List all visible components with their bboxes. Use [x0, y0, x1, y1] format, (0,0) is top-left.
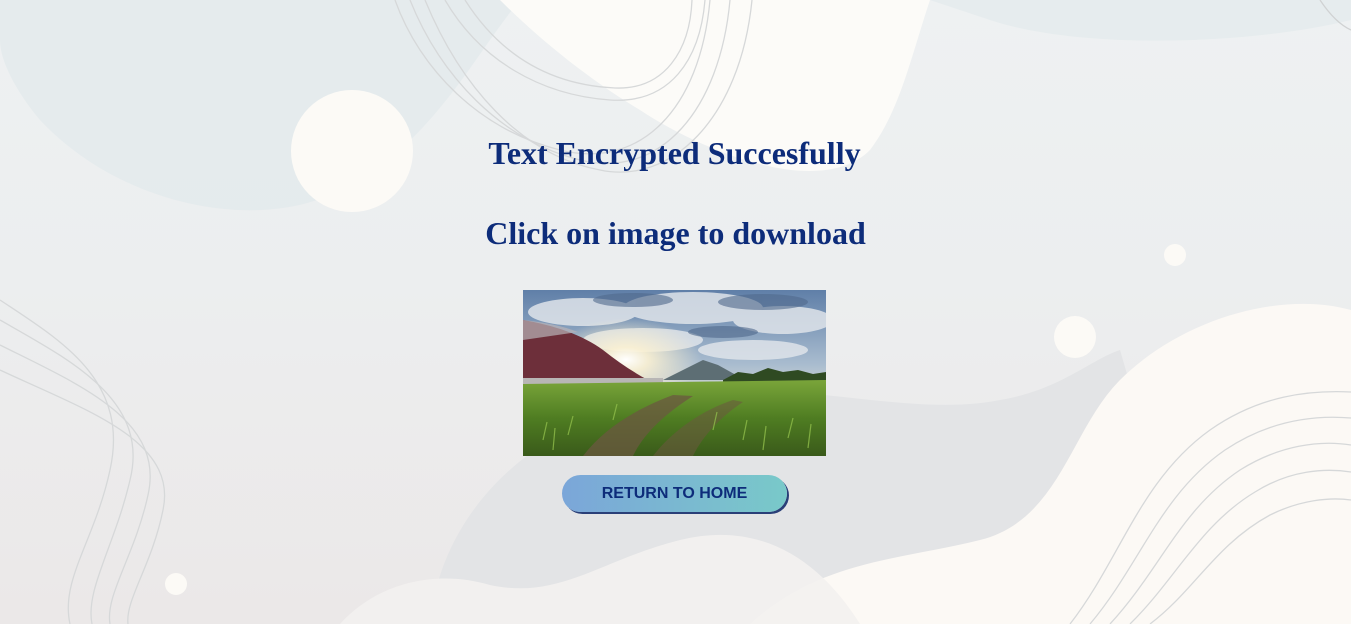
landscape-image-icon	[523, 290, 826, 456]
return-home-button[interactable]: RETURN TO HOME	[562, 475, 787, 512]
download-instruction: Click on image to download	[485, 215, 866, 251]
encrypted-image-download-link[interactable]	[523, 290, 826, 456]
main-content: Text Encrypted Succesfully Click on imag…	[0, 0, 1351, 624]
page-title: Text Encrypted Succesfully	[488, 135, 861, 171]
